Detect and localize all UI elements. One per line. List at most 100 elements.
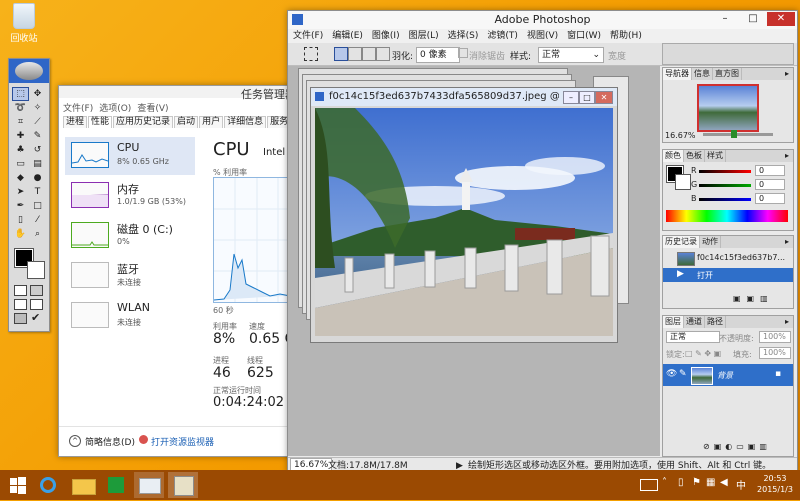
full-screen-button[interactable] xyxy=(30,299,43,310)
ie-taskbar-button[interactable] xyxy=(34,472,64,498)
menu-file[interactable]: 文件(F) xyxy=(63,104,93,114)
lasso-tool[interactable]: ➰ xyxy=(12,101,29,115)
keyboard-icon[interactable] xyxy=(640,479,658,491)
layer-row-background[interactable]: 👁 ✎ 背景 ▪ xyxy=(663,364,793,386)
tab-startup[interactable]: 启动 xyxy=(174,116,199,128)
magic-wand-tool[interactable]: ✧ xyxy=(29,101,46,115)
notes-tool[interactable]: ▯ xyxy=(12,213,29,227)
history-snapshot-row[interactable]: f0c14c15f3ed637b7... xyxy=(663,250,793,266)
history-footer-buttons[interactable]: ▣▣▥ xyxy=(733,294,789,304)
resource-item-memory[interactable]: 内存 1.0/1.9 GB (53%) xyxy=(65,177,195,215)
tab-color[interactable]: 颜色 xyxy=(663,150,684,162)
battery-icon[interactable]: ▯ xyxy=(678,477,684,488)
chevron-up-icon[interactable]: ˄ xyxy=(662,477,667,488)
menu-view[interactable]: 查看(V) xyxy=(137,104,168,114)
photoshop-taskbar-button[interactable] xyxy=(168,472,198,498)
tab-performance[interactable]: 性能 xyxy=(88,116,113,128)
history-step-open[interactable]: ▶ 打开 xyxy=(663,268,793,282)
tab-users[interactable]: 用户 xyxy=(199,116,224,128)
tab-histogram[interactable]: 直方图 xyxy=(713,68,742,80)
eraser-tool[interactable]: ▭ xyxy=(12,157,29,171)
tab-details[interactable]: 详细信息 xyxy=(224,116,267,128)
standard-mode-button[interactable] xyxy=(14,285,27,296)
volume-icon[interactable]: ◀ xyxy=(720,477,728,488)
tab-styles[interactable]: 样式 xyxy=(705,150,726,162)
style-select[interactable]: 正常 ⌄ xyxy=(538,47,604,63)
palette-well[interactable] xyxy=(662,43,794,65)
network-icon[interactable]: ▦ xyxy=(706,477,715,488)
tab-navigator[interactable]: 导航器 xyxy=(663,68,692,80)
doc-minimize-button[interactable]: – xyxy=(563,91,579,104)
menu-options[interactable]: 选项(O) xyxy=(99,104,131,114)
zoom-slider-thumb[interactable] xyxy=(731,130,737,138)
layers-footer-buttons[interactable]: ⊘▣◐▭▣▥ xyxy=(703,442,791,452)
document-image[interactable] xyxy=(315,108,613,336)
subtract-selection-button[interactable] xyxy=(362,47,376,61)
quick-mask-button[interactable] xyxy=(30,285,43,296)
zoom-tool[interactable]: ⌕ xyxy=(29,227,46,241)
new-selection-button[interactable] xyxy=(334,47,348,61)
background-color-swatch[interactable] xyxy=(27,261,45,279)
shape-tool[interactable]: □ xyxy=(29,199,46,213)
resource-item-bluetooth[interactable]: 蓝牙 未连接 xyxy=(65,257,195,295)
eyedropper-tool[interactable]: ⁄ xyxy=(29,213,46,227)
minimize-button[interactable]: – xyxy=(712,12,738,26)
intersect-selection-button[interactable] xyxy=(376,47,390,61)
menu-window[interactable]: 窗口(W) xyxy=(567,31,601,41)
photoshop-app-icon[interactable] xyxy=(292,14,303,25)
path-select-tool[interactable]: ➤ xyxy=(12,185,29,199)
close-button[interactable]: ✕ xyxy=(767,12,795,26)
jump-to-imageready-icon[interactable] xyxy=(14,313,27,324)
tab-channels[interactable]: 通道 xyxy=(684,316,705,328)
eye-icon[interactable]: 👁 xyxy=(666,369,677,379)
marquee-tool[interactable]: ⬚ xyxy=(12,87,29,101)
menu-select[interactable]: 选择(S) xyxy=(448,31,479,41)
clock[interactable]: 20:53 2015/1/3 xyxy=(752,473,798,495)
dodge-tool[interactable]: ● xyxy=(29,171,46,185)
tab-layers[interactable]: 图层 xyxy=(663,316,684,328)
fill-input[interactable]: 100% xyxy=(759,347,791,359)
tab-actions[interactable]: 动作 xyxy=(700,236,721,248)
tab-app-history[interactable]: 应用历史记录 xyxy=(113,116,174,128)
color-spectrum-bar[interactable] xyxy=(666,210,788,222)
blend-mode-select[interactable]: 正常 xyxy=(666,331,720,343)
panel-menu-icon[interactable]: ▸ xyxy=(783,236,791,248)
resource-item-wlan[interactable]: WLAN 未连接 xyxy=(65,297,195,335)
menu-filter[interactable]: 滤镜(T) xyxy=(487,31,518,41)
doc-maximize-button[interactable]: □ xyxy=(579,91,595,104)
store-taskbar-button[interactable] xyxy=(102,472,132,498)
navigator-thumbnail[interactable] xyxy=(697,84,759,132)
history-brush-tool[interactable]: ↺ xyxy=(29,143,46,157)
healing-brush-tool[interactable]: ✚ xyxy=(12,129,29,143)
menu-file[interactable]: 文件(F) xyxy=(293,31,323,41)
tab-swatches[interactable]: 色板 xyxy=(684,150,705,162)
lock-icons[interactable]: □ ✎ ✥ ▣ xyxy=(685,349,721,358)
add-selection-button[interactable] xyxy=(348,47,362,61)
panel-menu-icon[interactable]: ▸ xyxy=(783,316,791,328)
channel-r-slider[interactable] xyxy=(699,170,751,173)
doc-close-button[interactable]: ✕ xyxy=(595,91,613,104)
opacity-input[interactable]: 100% xyxy=(759,331,791,343)
tab-processes[interactable]: 进程 xyxy=(63,116,88,128)
resource-item-disk[interactable]: 磁盘 0 (C:) 0% xyxy=(65,217,195,255)
screen-mode-button[interactable] xyxy=(14,299,27,310)
tab-history[interactable]: 历史记录 xyxy=(663,236,700,248)
chevron-up-icon[interactable]: ^ xyxy=(69,435,81,447)
move-tool[interactable]: ✥ xyxy=(29,87,46,101)
panel-menu-icon[interactable]: ▸ xyxy=(783,68,791,80)
panel-menu-icon[interactable]: ▸ xyxy=(783,150,791,162)
channel-r-input[interactable]: 0 xyxy=(755,165,785,176)
tab-paths[interactable]: 路径 xyxy=(705,316,726,328)
checkmark-icon[interactable]: ✔ xyxy=(31,311,40,324)
tool-palette-header[interactable] xyxy=(9,59,49,83)
document-titlebar[interactable]: f0c14c15f3ed637b7433dfa565809d37.jpeg @ … xyxy=(311,88,617,106)
slice-tool[interactable]: ⟋ xyxy=(29,115,46,129)
explorer-taskbar-button[interactable] xyxy=(68,472,98,498)
menu-help[interactable]: 帮助(H) xyxy=(610,31,642,41)
blur-tool[interactable]: ◆ xyxy=(12,171,29,185)
menu-image[interactable]: 图像(I) xyxy=(372,31,400,41)
pen-tool[interactable]: ✒ xyxy=(12,199,29,213)
zoom-slider[interactable] xyxy=(703,133,773,136)
start-button[interactable] xyxy=(4,472,34,498)
channel-g-input[interactable]: 0 xyxy=(755,179,785,190)
